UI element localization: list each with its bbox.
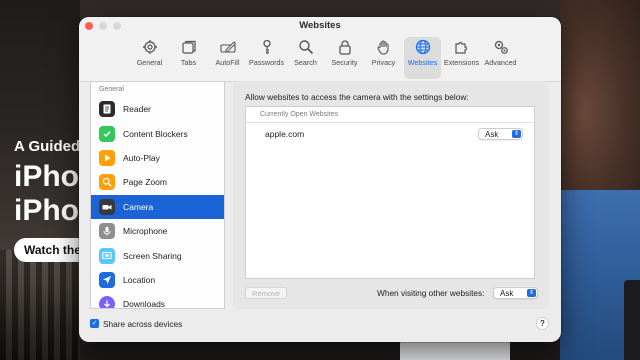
website-row[interactable]: apple.com Ask ⇕ — [246, 123, 534, 145]
websites-list: Currently Open Websites apple.com Ask ⇕ — [245, 106, 535, 279]
sidebar-item-screen-sharing[interactable]: Screen Sharing — [91, 243, 224, 267]
sidebar-item-location-label: Location — [123, 274, 156, 285]
download-icon — [99, 296, 115, 308]
tab-privacy[interactable]: Privacy — [365, 37, 402, 79]
tab-tabs-label: Tabs — [180, 58, 197, 67]
sidebar-item-downloads-label: Downloads — [123, 299, 166, 309]
share-across-devices-checkbox[interactable]: ✓ — [90, 319, 99, 328]
website-name: apple.com — [265, 129, 305, 139]
globe-icon — [415, 39, 430, 55]
tab-privacy-label: Privacy — [371, 58, 396, 67]
microphone-icon — [99, 223, 115, 240]
background-headline-line1: iPho — [14, 160, 79, 193]
tab-autofill[interactable]: AutoFill — [209, 37, 246, 79]
tabs-icon — [181, 40, 196, 54]
background-phone — [624, 280, 640, 360]
other-websites-label: When visiting other websites: — [377, 288, 485, 298]
window-titlebar: Websites General Tabs AutoFill Passwords… — [79, 17, 561, 82]
tab-passwords-label: Passwords — [248, 58, 285, 67]
sidebar-item-page-zoom[interactable]: Page Zoom — [91, 170, 224, 194]
sidebar-item-reader-label: Reader — [123, 104, 151, 115]
tab-general-label: General — [136, 58, 163, 67]
tab-extensions-label: Extensions — [443, 58, 480, 67]
sidebar-item-camera[interactable]: Camera — [91, 194, 224, 219]
help-button[interactable]: ? — [536, 317, 549, 330]
tab-search[interactable]: Search — [287, 37, 324, 79]
sidebar-item-microphone[interactable]: Microphone — [91, 219, 224, 243]
website-permission-select[interactable]: Ask ⇕ — [478, 128, 523, 140]
sidebar-item-reader[interactable]: Reader — [91, 97, 224, 121]
sidebar-item-screen-sharing-label: Screen Sharing — [123, 250, 182, 261]
pencil-icon — [219, 41, 236, 53]
zoom-icon — [99, 174, 115, 191]
background-headline-line2: iPho — [14, 194, 79, 227]
settings-main-panel: Allow websites to access the camera with… — [233, 81, 549, 309]
screen-sharing-icon — [99, 247, 115, 264]
tab-general[interactable]: General — [131, 37, 168, 79]
sidebar-item-auto-play-label: Auto-Play — [123, 152, 160, 163]
tab-autofill-label: AutoFill — [215, 58, 240, 67]
sidebar-section-header: General — [99, 86, 124, 93]
magnifier-icon — [298, 40, 313, 55]
websites-list-header: Currently Open Websites — [246, 107, 534, 123]
tab-extensions[interactable]: Extensions — [443, 37, 480, 79]
remove-button[interactable]: Remove — [245, 287, 287, 299]
tab-advanced[interactable]: Advanced — [482, 37, 519, 79]
gear-icon — [142, 40, 157, 54]
sidebar-item-content-blockers-label: Content Blockers — [123, 128, 188, 139]
background-person — [560, 0, 640, 205]
checkmark-shield-icon — [99, 125, 115, 142]
chevron-updown-icon: ⇕ — [512, 130, 521, 138]
background-headline-small: A Guided — [14, 138, 81, 155]
sidebar-item-content-blockers[interactable]: Content Blockers — [91, 121, 224, 145]
gears-icon — [494, 40, 508, 54]
sidebar-item-camera-label: Camera — [123, 201, 154, 212]
camera-description: Allow websites to access the camera with… — [245, 92, 469, 102]
tab-websites[interactable]: Websites — [404, 37, 441, 79]
tab-websites-label: Websites — [407, 58, 438, 67]
tab-security-label: Security — [331, 58, 358, 67]
chevron-updown-icon: ⇕ — [527, 289, 536, 297]
sidebar-item-microphone-label: Microphone — [123, 226, 168, 237]
tab-security[interactable]: Security — [326, 37, 363, 79]
play-icon — [99, 149, 115, 166]
puzzle-icon — [454, 41, 467, 54]
tab-advanced-label: Advanced — [484, 58, 517, 67]
window-title: Websites — [299, 20, 341, 31]
hand-icon — [376, 40, 389, 55]
tab-search-label: Search — [294, 58, 317, 67]
share-across-devices-label: Share across devices — [103, 319, 183, 329]
website-permission-value: Ask — [485, 130, 499, 139]
sidebar-item-page-zoom-label: Page Zoom — [123, 177, 167, 188]
reader-icon — [99, 101, 115, 118]
settings-toolbar: General Tabs AutoFill Passwords Search S… — [131, 37, 519, 79]
sidebar-item-location[interactable]: Location — [91, 268, 224, 292]
location-arrow-icon — [99, 271, 115, 288]
camera-icon — [99, 198, 115, 215]
background-city — [0, 250, 80, 360]
sidebar-item-auto-play[interactable]: Auto-Play — [91, 146, 224, 170]
tab-passwords[interactable]: Passwords — [248, 37, 285, 79]
lock-icon — [338, 40, 351, 55]
other-websites-select[interactable]: Ask ⇕ — [493, 287, 538, 299]
sidebar-item-downloads[interactable]: Downloads — [91, 292, 224, 309]
settings-sidebar: General Reader Content Blockers Auto-Pla… — [90, 81, 225, 309]
other-websites-value: Ask — [500, 289, 514, 298]
tab-tabs[interactable]: Tabs — [170, 37, 207, 79]
settings-window: Websites General Tabs AutoFill Passwords… — [79, 17, 561, 342]
key-icon — [262, 39, 271, 54]
